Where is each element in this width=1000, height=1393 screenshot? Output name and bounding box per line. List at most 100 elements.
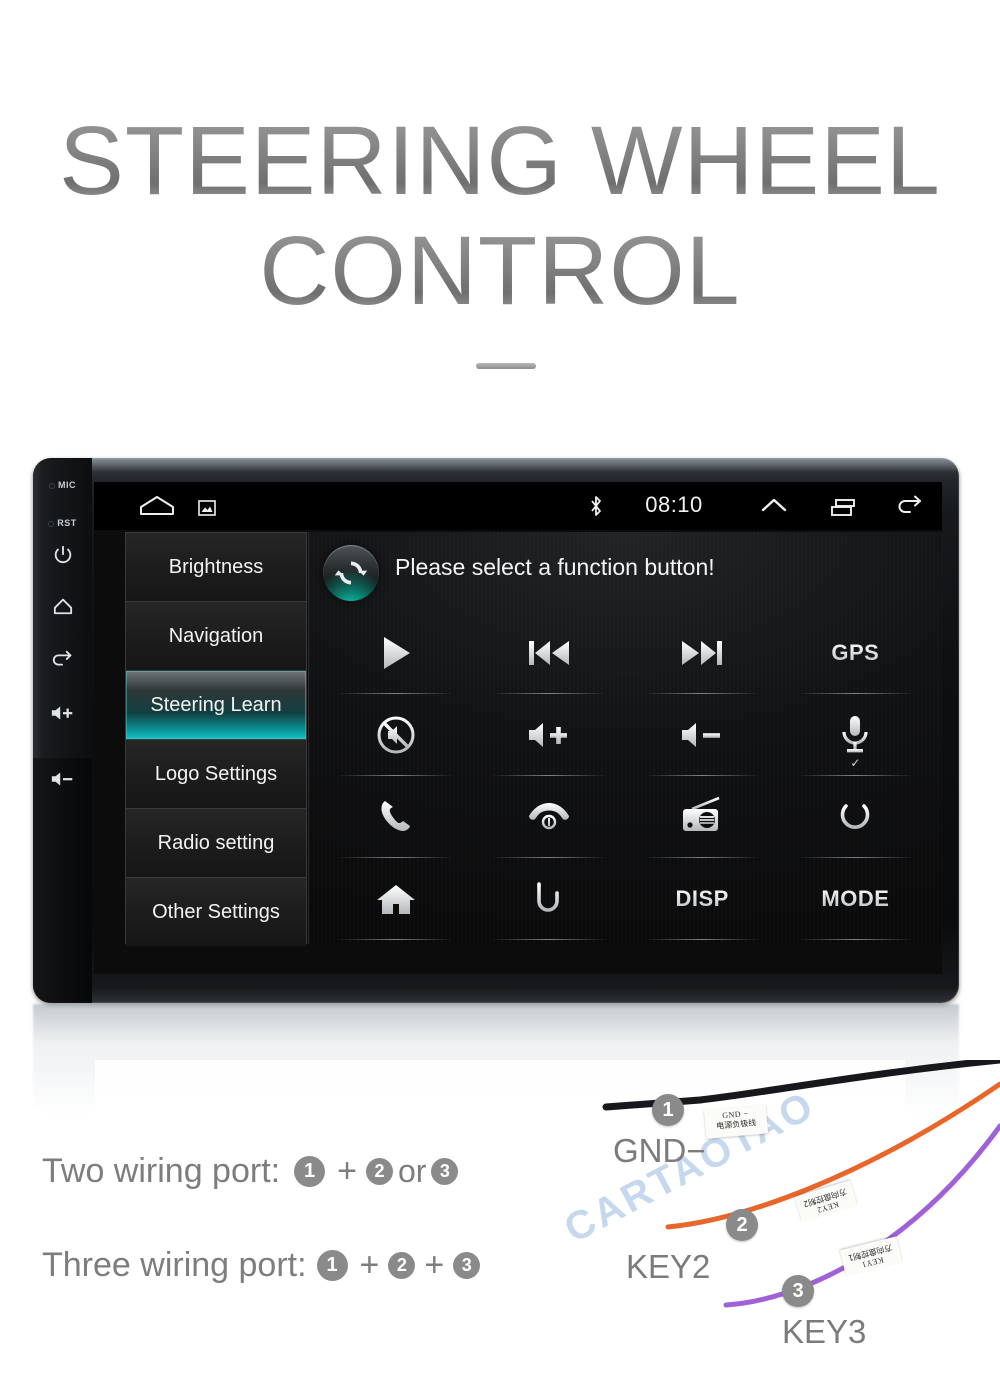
- function-button-answer-call[interactable]: [319, 776, 472, 858]
- function-button-grid: GPS ✓ DISP MODE: [319, 612, 932, 940]
- function-button-disp[interactable]: DISP: [626, 858, 779, 940]
- bezel-home-button[interactable]: [33, 596, 92, 616]
- call-answer-icon: [381, 801, 410, 832]
- legend-three-plus-1: +: [359, 1246, 380, 1284]
- wire-caption-key3: KEY3: [782, 1313, 867, 1350]
- recents-icon: [831, 499, 855, 516]
- bezel-power-button[interactable]: [33, 544, 92, 566]
- previous-track-icon: [528, 641, 569, 665]
- function-button-play[interactable]: [319, 612, 472, 694]
- title-divider: [476, 363, 536, 369]
- sidebar-item-brightness[interactable]: Brightness: [126, 533, 306, 602]
- legend-three-wiring-port: Three wiring port: 1 + 2 + 3: [42, 1246, 483, 1285]
- panel-instruction-text: Please select a function button!: [395, 554, 715, 580]
- function-button-microphone[interactable]: ✓: [779, 694, 932, 776]
- call-end-icon: [528, 803, 569, 830]
- touchscreen[interactable]: 08:10 Brightness Navigation Steering Lea…: [94, 482, 942, 974]
- mode-label: MODE: [821, 886, 890, 911]
- wire-badge-3: 3: [782, 1275, 814, 1307]
- legend-two-num-3: 3: [431, 1158, 459, 1185]
- reset-hole-icon: [48, 520, 55, 527]
- play-icon: [383, 637, 410, 669]
- legend-three-num-2: 2: [388, 1252, 416, 1279]
- mic-label: MIC: [58, 480, 76, 490]
- statusbar-home-button[interactable]: [138, 494, 176, 523]
- sidebar-item-logo-settings[interactable]: Logo Settings: [126, 740, 306, 809]
- radio-icon: [683, 797, 720, 831]
- home-icon: [140, 496, 174, 515]
- function-button-end-call[interactable]: [472, 776, 625, 858]
- volume-up-icon: [51, 706, 72, 720]
- bluetooth-icon: [591, 496, 601, 516]
- car-head-unit-device: MIC RST 08:10 Brightness Navigation Stee…: [33, 458, 959, 1003]
- volume-down-icon: [682, 723, 721, 747]
- device-left-bezel: MIC RST: [33, 458, 92, 1003]
- sidebar-item-label: Navigation: [168, 624, 264, 647]
- function-button-mute[interactable]: [319, 694, 472, 776]
- function-button-next[interactable]: [626, 612, 779, 694]
- microphone-learned-check: ✓: [850, 756, 861, 770]
- statusbar-back-button[interactable]: [894, 495, 926, 522]
- volume-down-icon: [51, 772, 72, 786]
- wire-badge-2: 2: [726, 1209, 758, 1241]
- bezel-back-button[interactable]: [33, 650, 92, 670]
- statusbar-bluetooth-indicator: [588, 494, 604, 523]
- gnd-wire-label: GND − 电源负极线: [703, 1104, 769, 1139]
- page-title-line-1: STEERING WHEEL: [0, 111, 1000, 211]
- settings-screen: Brightness Navigation Steering Learn Log…: [94, 530, 942, 974]
- bezel-volume-down-button[interactable]: [33, 770, 92, 793]
- legend-two-num-1: 1: [294, 1156, 326, 1187]
- back-icon: [898, 495, 921, 513]
- back-icon: [52, 650, 71, 666]
- disp-label: DISP: [675, 886, 729, 911]
- function-button-gps[interactable]: GPS: [779, 612, 932, 694]
- legend-three-plus-2: +: [424, 1246, 445, 1284]
- device-top-gloss: [33, 458, 959, 472]
- power-icon: [841, 799, 870, 829]
- sidebar-item-label: Logo Settings: [154, 762, 278, 785]
- sidebar-item-navigation[interactable]: Navigation: [126, 602, 306, 671]
- home-icon: [53, 598, 72, 615]
- function-button-radio[interactable]: [626, 776, 779, 858]
- sidebar-item-radio-setting[interactable]: Radio setting: [126, 809, 306, 878]
- sidebar-item-label: Brightness: [168, 555, 264, 578]
- steering-learn-panel: Please select a function button! GPS ✓ D…: [308, 532, 942, 944]
- key3-wire: [723, 1123, 1000, 1308]
- function-button-volume-down[interactable]: [626, 694, 779, 776]
- legend-two-plus: +: [337, 1152, 357, 1190]
- volume-up-icon: [528, 723, 567, 747]
- statusbar-screenshot-button[interactable]: [198, 500, 216, 521]
- next-track-icon: [682, 641, 723, 665]
- sidebar-item-other-settings[interactable]: Other Settings: [126, 878, 306, 946]
- statusbar-recents-button[interactable]: [829, 498, 859, 523]
- function-button-power[interactable]: [779, 776, 932, 858]
- sidebar-item-steering-learn[interactable]: Steering Learn: [126, 671, 306, 740]
- legend-two-wiring-port: Two wiring port: 1 + 2 or 3: [42, 1152, 461, 1191]
- statusbar-expand-button[interactable]: [759, 495, 789, 522]
- legend-three-num-3: 3: [453, 1252, 481, 1279]
- power-icon: [54, 545, 71, 564]
- reset-learning-button[interactable]: [323, 545, 379, 601]
- settings-menu-list[interactable]: Brightness Navigation Steering Learn Log…: [125, 532, 307, 946]
- mic-hole-icon: [49, 482, 55, 489]
- function-button-volume-up[interactable]: [472, 694, 625, 776]
- function-button-home[interactable]: [319, 858, 472, 940]
- function-button-mode[interactable]: MODE: [779, 858, 932, 940]
- device-left-bezel-lower: [33, 758, 92, 1003]
- page-title-line-2: CONTROL: [0, 221, 1000, 321]
- legend-two-num-2: 2: [365, 1158, 393, 1185]
- legend-two-label: Two wiring port:: [42, 1152, 281, 1190]
- android-status-bar: 08:10: [94, 482, 942, 530]
- mute-icon: [377, 716, 415, 754]
- wire-badge-1: 1: [652, 1094, 684, 1126]
- statusbar-clock: 08:10: [645, 492, 703, 517]
- bezel-volume-up-button[interactable]: [33, 704, 92, 727]
- function-button-back[interactable]: [472, 858, 625, 940]
- sidebar-item-label: Steering Learn: [150, 693, 282, 716]
- reset-port: RST: [33, 518, 92, 528]
- back-icon: [537, 882, 559, 912]
- gps-label: GPS: [831, 640, 880, 665]
- wire-caption-gnd: GND−: [613, 1132, 706, 1169]
- function-button-previous[interactable]: [472, 612, 625, 694]
- refresh-icon: [334, 561, 368, 585]
